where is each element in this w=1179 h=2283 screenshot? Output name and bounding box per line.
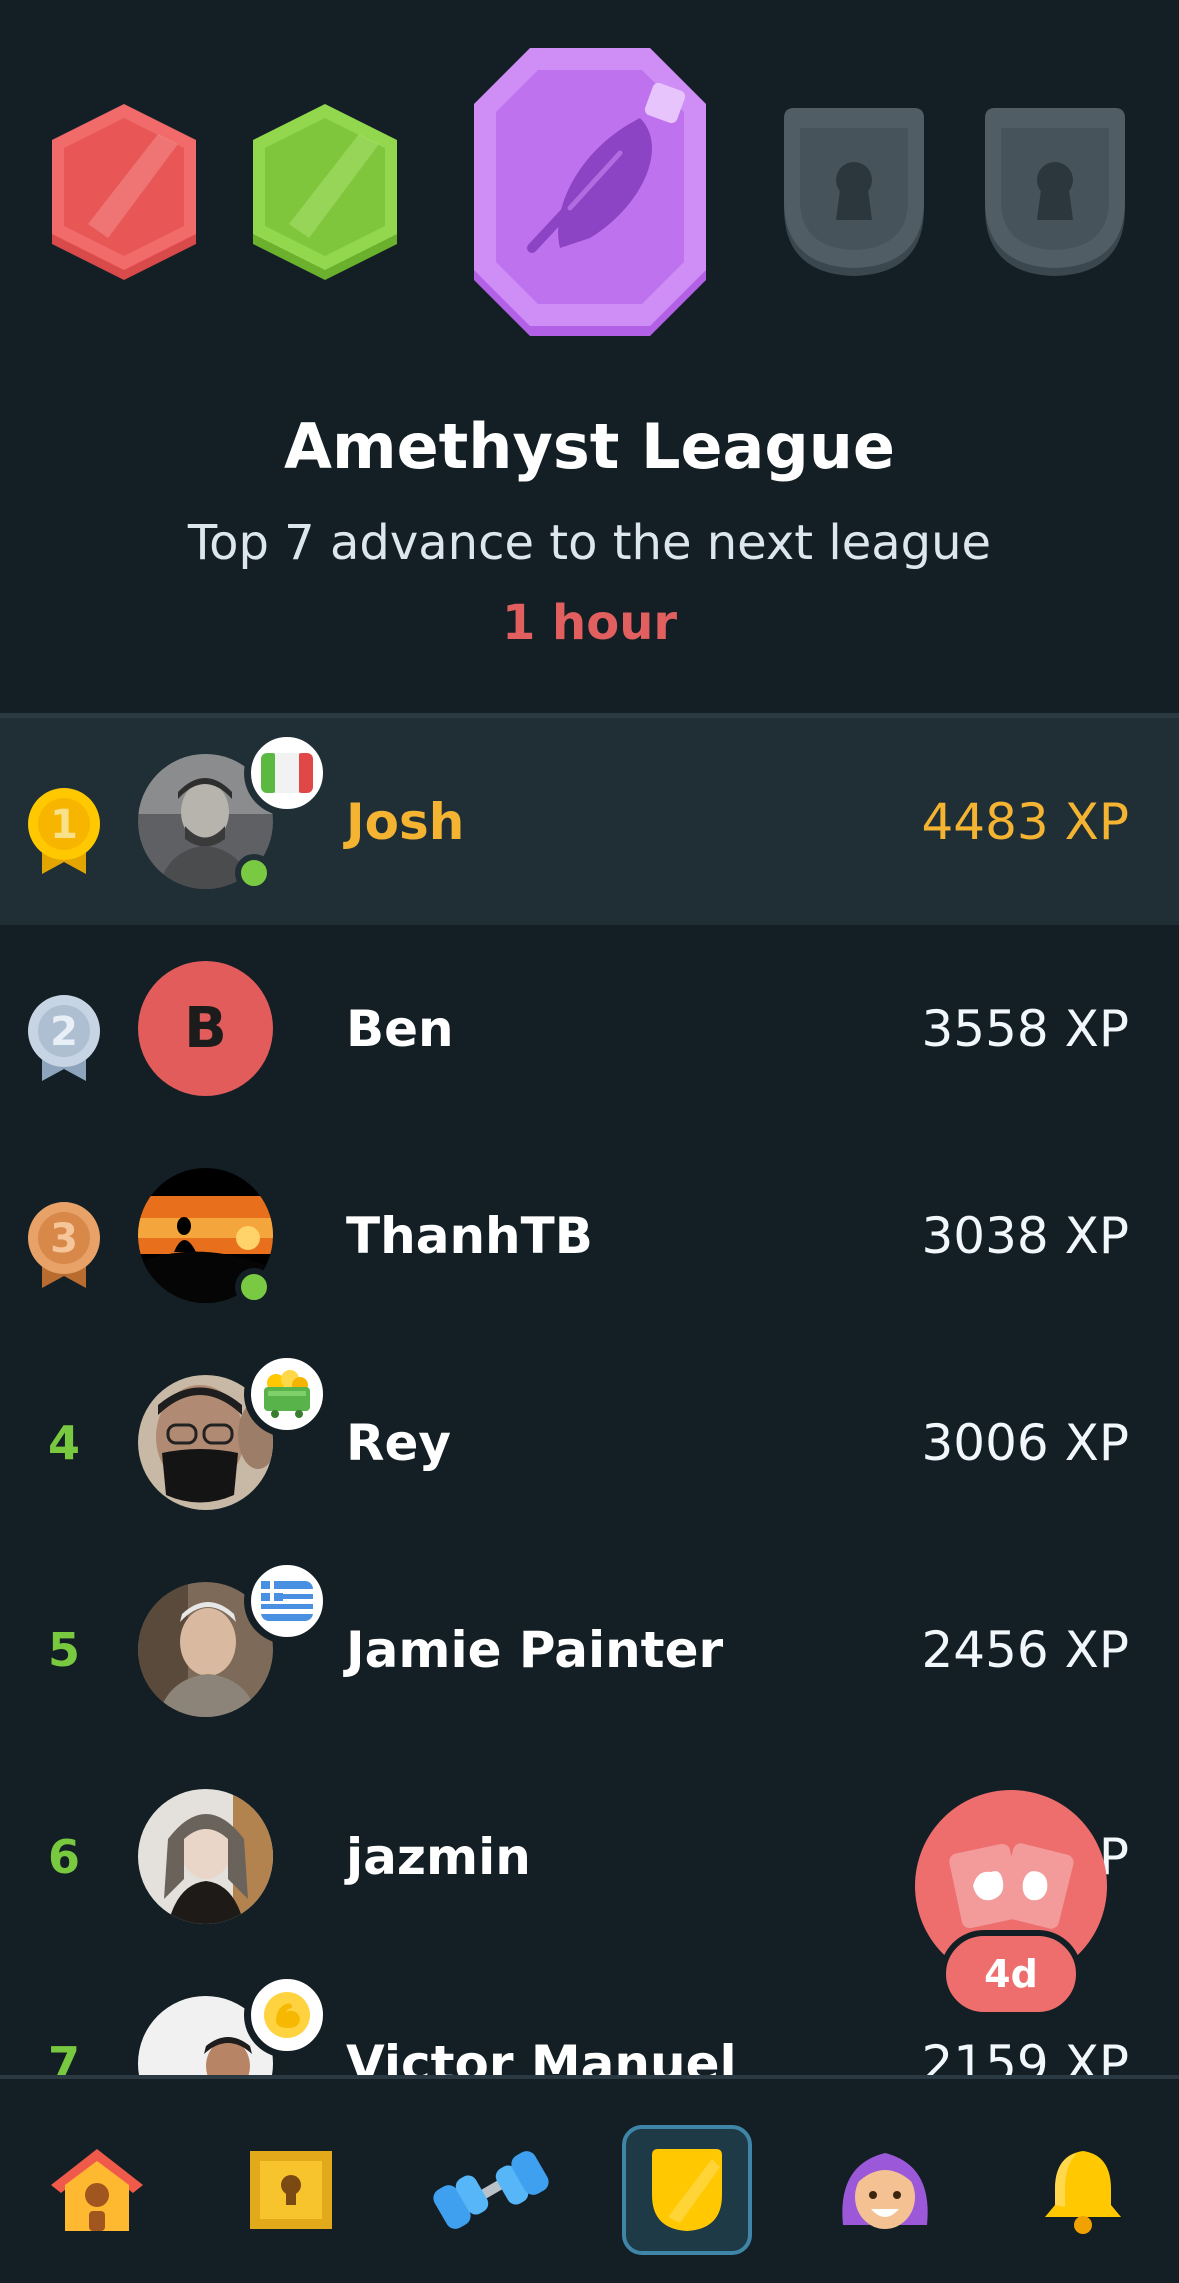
league-time-left: 1 hour: [501, 595, 678, 651]
player-xp: 4483 XP: [921, 792, 1129, 851]
nav-leaderboards[interactable]: [622, 2125, 752, 2255]
online-indicator: [235, 854, 273, 892]
silver-medal-icon: 2: [28, 995, 100, 1081]
leaderboard-row[interactable]: 5 Jamie Painter 2456 XP: [0, 1546, 1179, 1753]
rank-number: 5: [47, 1622, 80, 1677]
bell-icon: [1045, 2151, 1121, 2234]
player-xp: 3006 XP: [921, 1413, 1129, 1472]
leaderboard-row[interactable]: 1 Josh 4483 XP: [0, 718, 1179, 925]
ruby-league-badge-icon[interactable]: [48, 104, 200, 284]
greece-flag-icon: [261, 1581, 313, 1621]
player-name: Rey: [346, 1413, 452, 1472]
italy-flag-icon: [261, 753, 313, 793]
player-name: Josh: [346, 792, 465, 851]
nav-home[interactable]: [32, 2125, 162, 2255]
player-xp: 3038 XP: [921, 1206, 1129, 1265]
locked-league-badge-icon: [784, 108, 924, 276]
league-shield-icon: [652, 2149, 722, 2231]
flexed-arm-icon: [264, 1992, 310, 2038]
nav-quests[interactable]: [226, 2125, 356, 2255]
avatar-letter: B: [184, 996, 227, 1061]
nav-notifications[interactable]: [1018, 2125, 1148, 2255]
medal-rank: 2: [50, 1009, 78, 1055]
league-subtitle: Top 7 advance to the next league: [187, 515, 992, 571]
avatar[interactable]: [138, 1789, 273, 1924]
player-name: Ben: [346, 999, 454, 1058]
gold-medal-icon: 1: [28, 788, 100, 874]
online-indicator: [235, 1268, 273, 1306]
flag-bubble: [244, 1558, 330, 1644]
player-name: Victor Manuel: [346, 2034, 737, 2076]
dumbbell-icon: [433, 2151, 549, 2229]
amethyst-league-badge-icon[interactable]: [470, 48, 710, 340]
leaderboard-row[interactable]: 4 Rey 3006 XP: [0, 1339, 1179, 1546]
avatar[interactable]: B: [138, 961, 273, 1096]
treasure-chest-icon: [250, 2151, 332, 2229]
rank-number: 6: [47, 1829, 80, 1884]
league-title: Amethyst League: [284, 410, 895, 483]
player-xp: 3558 XP: [921, 999, 1129, 1058]
nav-profile[interactable]: [820, 2125, 950, 2255]
nav-practice[interactable]: [426, 2125, 556, 2255]
friends-quest-time-left[interactable]: 4d: [940, 1930, 1082, 2018]
emerald-league-badge-icon[interactable]: [249, 104, 401, 284]
flag-bubble: [244, 1972, 330, 2058]
flag-bubble: [244, 730, 330, 816]
rank-number: 7: [47, 2036, 80, 2076]
treasure-cart-icon: [264, 1370, 310, 1418]
locked-league-badge-icon: [985, 108, 1125, 276]
medal-rank: 1: [50, 802, 78, 848]
rank-number: 4: [47, 1415, 80, 1470]
leaderboard-row[interactable]: 2 B Ben 3558 XP: [0, 925, 1179, 1132]
leaderboard-row[interactable]: 3 ThanhTB 3038 XP: [0, 1132, 1179, 1339]
profile-icon: [842, 2153, 928, 2229]
medal-rank: 3: [50, 1216, 78, 1262]
bronze-medal-icon: 3: [28, 1202, 100, 1288]
player-xp: 2456 XP: [921, 1620, 1129, 1679]
bottom-navigation: [0, 2075, 1179, 2283]
league-badges: [0, 0, 1179, 360]
player-name: ThanhTB: [346, 1206, 593, 1265]
home-icon: [51, 2149, 143, 2231]
player-name: Jamie Painter: [346, 1620, 724, 1679]
flag-bubble: [244, 1351, 330, 1437]
player-name: jazmin: [346, 1827, 531, 1886]
